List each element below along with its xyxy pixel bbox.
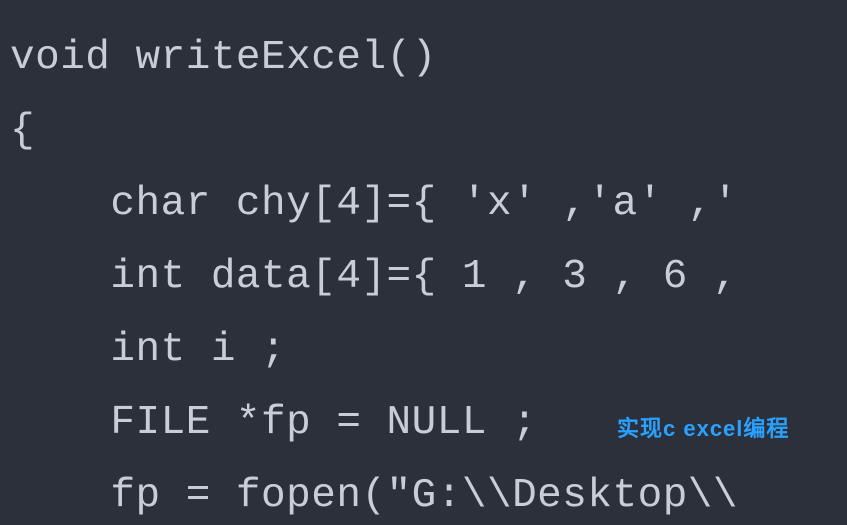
code-line: int i ; [10, 327, 286, 373]
code-line: fp = fopen("G:\\Desktop\\ [10, 473, 738, 519]
code-line: { [10, 108, 35, 154]
code-line: int data[4]={ 1 , 3 , 6 , [10, 254, 738, 300]
code-line: char chy[4]={ 'x' ,'a' ,' [10, 181, 738, 227]
code-line: void writeExcel() [10, 35, 437, 81]
code-block: void writeExcel() { char chy[4]={ 'x' ,'… [0, 0, 847, 525]
watermark-text: 实现c excel编程 [617, 411, 789, 443]
code-line: FILE *fp = NULL ; [10, 400, 537, 446]
